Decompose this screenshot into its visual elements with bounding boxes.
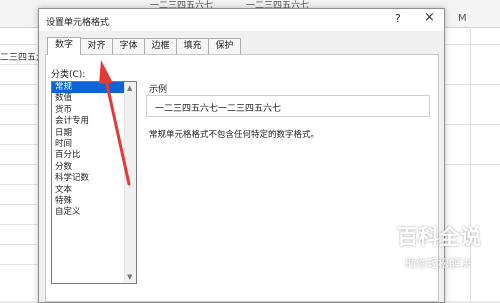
- category-list: 常规 数值 货币 会计专用 日期 时间 百分比 分数 科学记数 文本 特殊 自定…: [52, 82, 124, 219]
- grid-line: [444, 84, 500, 85]
- tab-border[interactable]: 边框: [144, 38, 177, 54]
- category-item-text[interactable]: 文本: [52, 185, 124, 196]
- category-item-number[interactable]: 数值: [52, 93, 124, 104]
- watermark-subtitle: 助你轻松解决: [405, 257, 471, 270]
- grid-line: [444, 124, 500, 125]
- grid-line: [0, 264, 38, 265]
- grid-line: [0, 204, 38, 205]
- category-item-custom[interactable]: 自定义: [52, 207, 124, 218]
- category-item-special[interactable]: 特殊: [52, 196, 124, 207]
- sample-value: 一二三四五六七一二三四五六七: [155, 104, 282, 114]
- category-item-currency[interactable]: 货币: [52, 105, 124, 116]
- sample-label: 示例: [149, 85, 168, 95]
- help-button[interactable]: ?: [395, 12, 401, 25]
- category-listbox[interactable]: 常规 数值 货币 会计专用 日期 时间 百分比 分数 科学记数 文本 特殊 自定…: [51, 81, 137, 284]
- category-item-accounting[interactable]: 会计专用: [52, 116, 124, 127]
- sample-preview-box: 一二三四五六七一二三四五六七: [146, 95, 430, 117]
- column-header-m[interactable]: M: [458, 13, 467, 24]
- watermark-logo-icon: [347, 226, 389, 256]
- grid-line: [0, 124, 38, 125]
- category-item-date[interactable]: 日期: [52, 128, 124, 139]
- dialog-titlebar: 设置单元格格式 ? ×: [39, 9, 444, 31]
- tab-alignment[interactable]: 对齐: [80, 38, 113, 54]
- category-item-scientific[interactable]: 科学记数: [52, 173, 124, 184]
- tab-font[interactable]: 字体: [112, 38, 145, 54]
- format-description: 常规单元格格式不包含任何特定的数字格式。: [149, 130, 320, 140]
- scroll-up-icon[interactable]: ▲: [127, 84, 132, 92]
- watermark-title: 百科全说: [397, 225, 481, 249]
- grid-line: [0, 84, 38, 85]
- grid-line: [0, 224, 38, 225]
- category-label: 分类(C):: [51, 70, 86, 80]
- grid-line: [0, 104, 38, 105]
- scroll-down-icon[interactable]: ▼: [127, 273, 132, 281]
- grid-line: [0, 184, 38, 185]
- dialog-title: 设置单元格格式: [46, 18, 110, 28]
- category-item-fraction[interactable]: 分数: [52, 162, 124, 173]
- list-scrollbar[interactable]: ▲ ▼: [124, 82, 136, 283]
- close-button[interactable]: ×: [424, 10, 435, 25]
- tab-protection[interactable]: 保护: [208, 38, 241, 54]
- category-item-time[interactable]: 时间: [52, 139, 124, 150]
- category-item-percentage[interactable]: 百分比: [52, 150, 124, 161]
- tab-number[interactable]: 数字: [47, 37, 81, 55]
- tab-fill[interactable]: 填充: [176, 38, 209, 54]
- grid-line: [444, 44, 500, 45]
- grid-line: [0, 64, 38, 65]
- category-item-general[interactable]: 常规: [52, 82, 124, 94]
- watermark: 百科全说 助你轻松解决: [347, 221, 492, 281]
- grid-line: [0, 164, 38, 165]
- grid-line: [0, 144, 38, 145]
- grid-line: [0, 244, 38, 245]
- grid-line: [0, 44, 38, 45]
- grid-line: [444, 164, 500, 165]
